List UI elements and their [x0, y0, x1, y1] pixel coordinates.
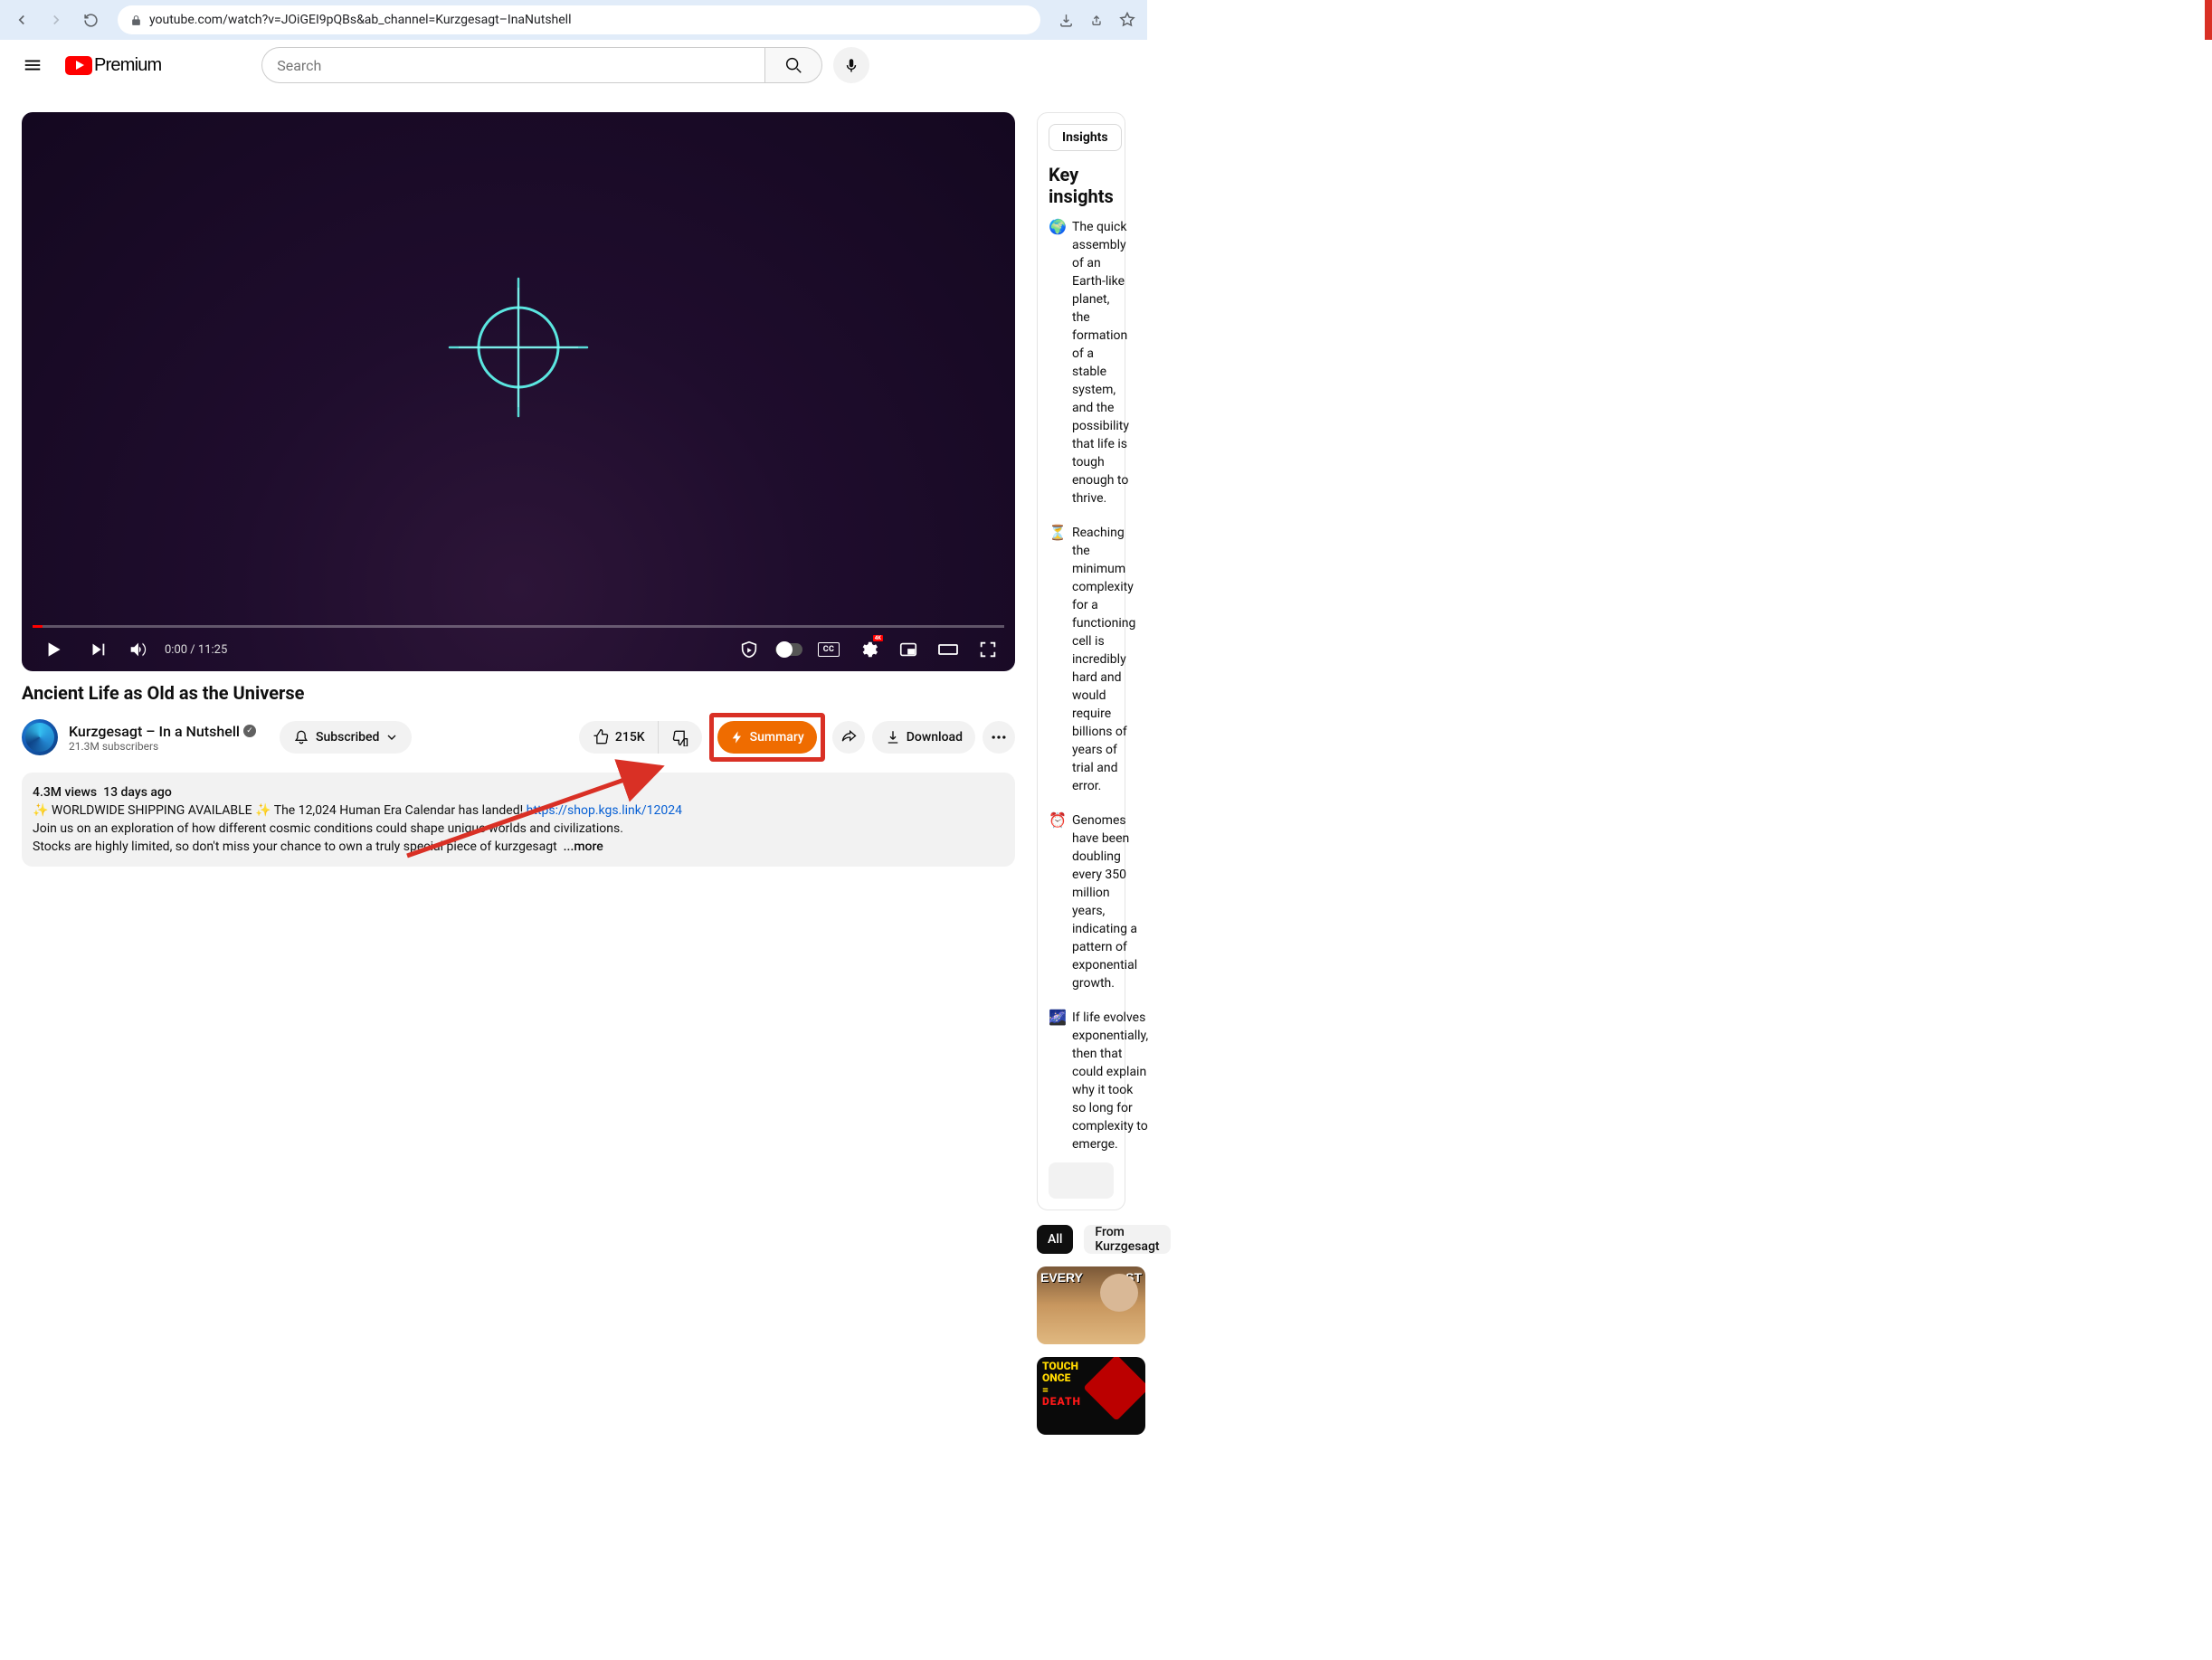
logo-text: Premium: [94, 55, 161, 76]
player-thumbnail-graphic: [446, 275, 591, 420]
voice-search-button[interactable]: [833, 47, 869, 83]
miniplayer-button[interactable]: [892, 633, 925, 666]
description-meta: 4.3M views 13 days ago: [33, 783, 1004, 802]
insight-item: ⏳ Reaching the minimum complexity for a …: [1049, 524, 1114, 795]
subscribe-button[interactable]: Subscribed: [280, 721, 412, 754]
chip-from-channel[interactable]: From Kurzgesagt: [1084, 1225, 1170, 1254]
browser-reload-button[interactable]: [76, 5, 105, 34]
insight-text: The quick assembly of an Earth-like plan…: [1072, 218, 1129, 507]
volume-button[interactable]: [121, 633, 154, 666]
thumb-down-icon: [671, 728, 689, 746]
insight-item: 🌍 The quick assembly of an Earth-like pl…: [1049, 218, 1114, 507]
insight-item: ⏰ Genomes have been doubling every 350 m…: [1049, 811, 1114, 992]
settings-button[interactable]: 4K: [852, 633, 885, 666]
search-box: [261, 47, 822, 83]
chip-all[interactable]: All: [1037, 1225, 1073, 1254]
description-box[interactable]: 4.3M views 13 days ago ✨ WORLDWIDE SHIPP…: [22, 773, 1015, 867]
hamburger-menu-button[interactable]: [14, 47, 51, 83]
youtube-play-icon: [65, 56, 92, 75]
captions-button[interactable]: CC: [812, 633, 845, 666]
insights-footer[interactable]: [1049, 1162, 1114, 1199]
player-controls: 0:00 / 11:25 CC 4K: [22, 628, 1015, 671]
more-actions-button[interactable]: [983, 721, 1015, 754]
video-player[interactable]: 0:00 / 11:25 CC 4K: [22, 112, 1015, 671]
play-button[interactable]: [33, 633, 74, 666]
related-video-list: EVERY ST TOUCH ONCE = DEATH: [1037, 1266, 1125, 1435]
next-button[interactable]: [81, 633, 114, 666]
verified-badge-icon: ✓: [243, 725, 256, 737]
ellipsis-icon: [990, 728, 1008, 746]
share-icon: [840, 728, 858, 746]
lock-icon: [130, 14, 142, 26]
video-title: Ancient Life as Old as the Universe: [22, 682, 1015, 704]
time-display: 0:00 / 11:25: [165, 643, 227, 657]
thumbnail-face: [1100, 1274, 1138, 1312]
thumbnail-stopsign: [1083, 1357, 1145, 1421]
summary-label: Summary: [750, 730, 804, 745]
summary-highlight-box: Summary: [709, 713, 825, 762]
like-button[interactable]: 215K: [579, 721, 658, 754]
bell-icon: [292, 728, 310, 746]
insight-text: Genomes have been doubling every 350 mil…: [1072, 811, 1137, 992]
bookmark-star-icon[interactable]: [1115, 7, 1140, 33]
chevron-down-icon: [384, 730, 399, 745]
fullscreen-button[interactable]: [972, 633, 1004, 666]
related-thumbnail[interactable]: EVERY ST: [1037, 1266, 1145, 1344]
galaxy-icon: 🌌: [1049, 1009, 1065, 1153]
download-icon: [885, 729, 901, 745]
secondary-column: Insights Key insights 🌍 The quick assemb…: [1037, 112, 1125, 1435]
like-count: 215K: [615, 730, 645, 745]
video-meta-row: Kurzgesagt – In a Nutshell ✓ 21.3M subsc…: [22, 713, 1015, 762]
insight-item: 🌌 If life evolves exponentially, then th…: [1049, 1009, 1114, 1153]
share-browser-icon[interactable]: [1084, 7, 1109, 33]
insight-text: If life evolves exponentially, then that…: [1072, 1009, 1148, 1153]
browser-forward-button[interactable]: [42, 5, 71, 34]
download-icon[interactable]: [1053, 7, 1078, 33]
quality-badge: 4K: [873, 635, 883, 641]
theater-mode-button[interactable]: [932, 633, 964, 666]
channel-avatar[interactable]: [22, 719, 58, 755]
subscribe-label: Subscribed: [316, 730, 379, 745]
youtube-premium-logo[interactable]: Premium: [65, 55, 161, 76]
insights-tab[interactable]: Insights: [1049, 124, 1122, 151]
search-button[interactable]: [764, 47, 822, 83]
youtube-masthead: Premium: [0, 40, 1147, 90]
thumb-up-icon: [592, 728, 610, 746]
description-link[interactable]: https://shop.kgs.link/12024: [527, 803, 682, 818]
browser-toolbar: youtube.com/watch?v=JOiGEI9pQBs&ab_chann…: [0, 0, 1147, 40]
hourglass-icon: ⏳: [1049, 524, 1065, 795]
insights-panel: Insights Key insights 🌍 The quick assemb…: [1037, 112, 1125, 1210]
show-more-button[interactable]: ...more: [564, 839, 603, 854]
bolt-icon: [730, 730, 745, 745]
subscriber-count: 21.3M subscribers: [69, 740, 256, 753]
clock-icon: ⏰: [1049, 811, 1065, 992]
summary-button[interactable]: Summary: [717, 721, 817, 754]
related-thumbnail[interactable]: TOUCH ONCE = DEATH: [1037, 1357, 1145, 1435]
filter-chip-row: All From Kurzgesagt: [1037, 1225, 1125, 1254]
globe-icon: 🌍: [1049, 218, 1065, 507]
browser-address-bar[interactable]: youtube.com/watch?v=JOiGEI9pQBs&ab_chann…: [118, 5, 1040, 34]
insights-title: Key insights: [1049, 164, 1114, 207]
edge-strip: [2205, 0, 2212, 40]
download-button[interactable]: Download: [872, 721, 975, 754]
autoplay-toggle[interactable]: [773, 633, 805, 666]
like-dislike-segment: 215K: [579, 721, 702, 754]
search-input[interactable]: [261, 47, 764, 83]
primary-column: 0:00 / 11:25 CC 4K: [22, 112, 1015, 1435]
browser-back-button[interactable]: [7, 5, 36, 34]
share-button[interactable]: [832, 721, 865, 754]
channel-name[interactable]: Kurzgesagt – In a Nutshell: [69, 723, 240, 740]
description-body: ✨ WORLDWIDE SHIPPING AVAILABLE ✨ The 12,…: [33, 802, 1004, 856]
shield-icon[interactable]: [733, 633, 765, 666]
dislike-button[interactable]: [658, 721, 702, 754]
insight-text: Reaching the minimum complexity for a fu…: [1072, 524, 1135, 795]
url-text: youtube.com/watch?v=JOiGEI9pQBs&ab_chann…: [149, 13, 572, 27]
download-label: Download: [907, 730, 963, 745]
